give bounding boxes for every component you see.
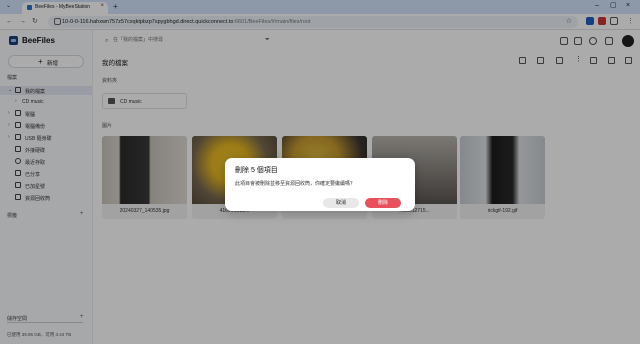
delete-confirm-dialog: 刪除 5 個項目 此項目會被刪除並移至資源回收筒，你確定要繼續嗎？ 取消 刪除 <box>225 158 415 211</box>
dialog-title: 刪除 5 個項目 <box>235 167 278 174</box>
dialog-message: 此項目會被刪除並移至資源回收筒，你確定要繼續嗎？ <box>235 181 356 187</box>
delete-button[interactable]: 刪除 <box>365 198 401 208</box>
cancel-button[interactable]: 取消 <box>323 198 359 208</box>
